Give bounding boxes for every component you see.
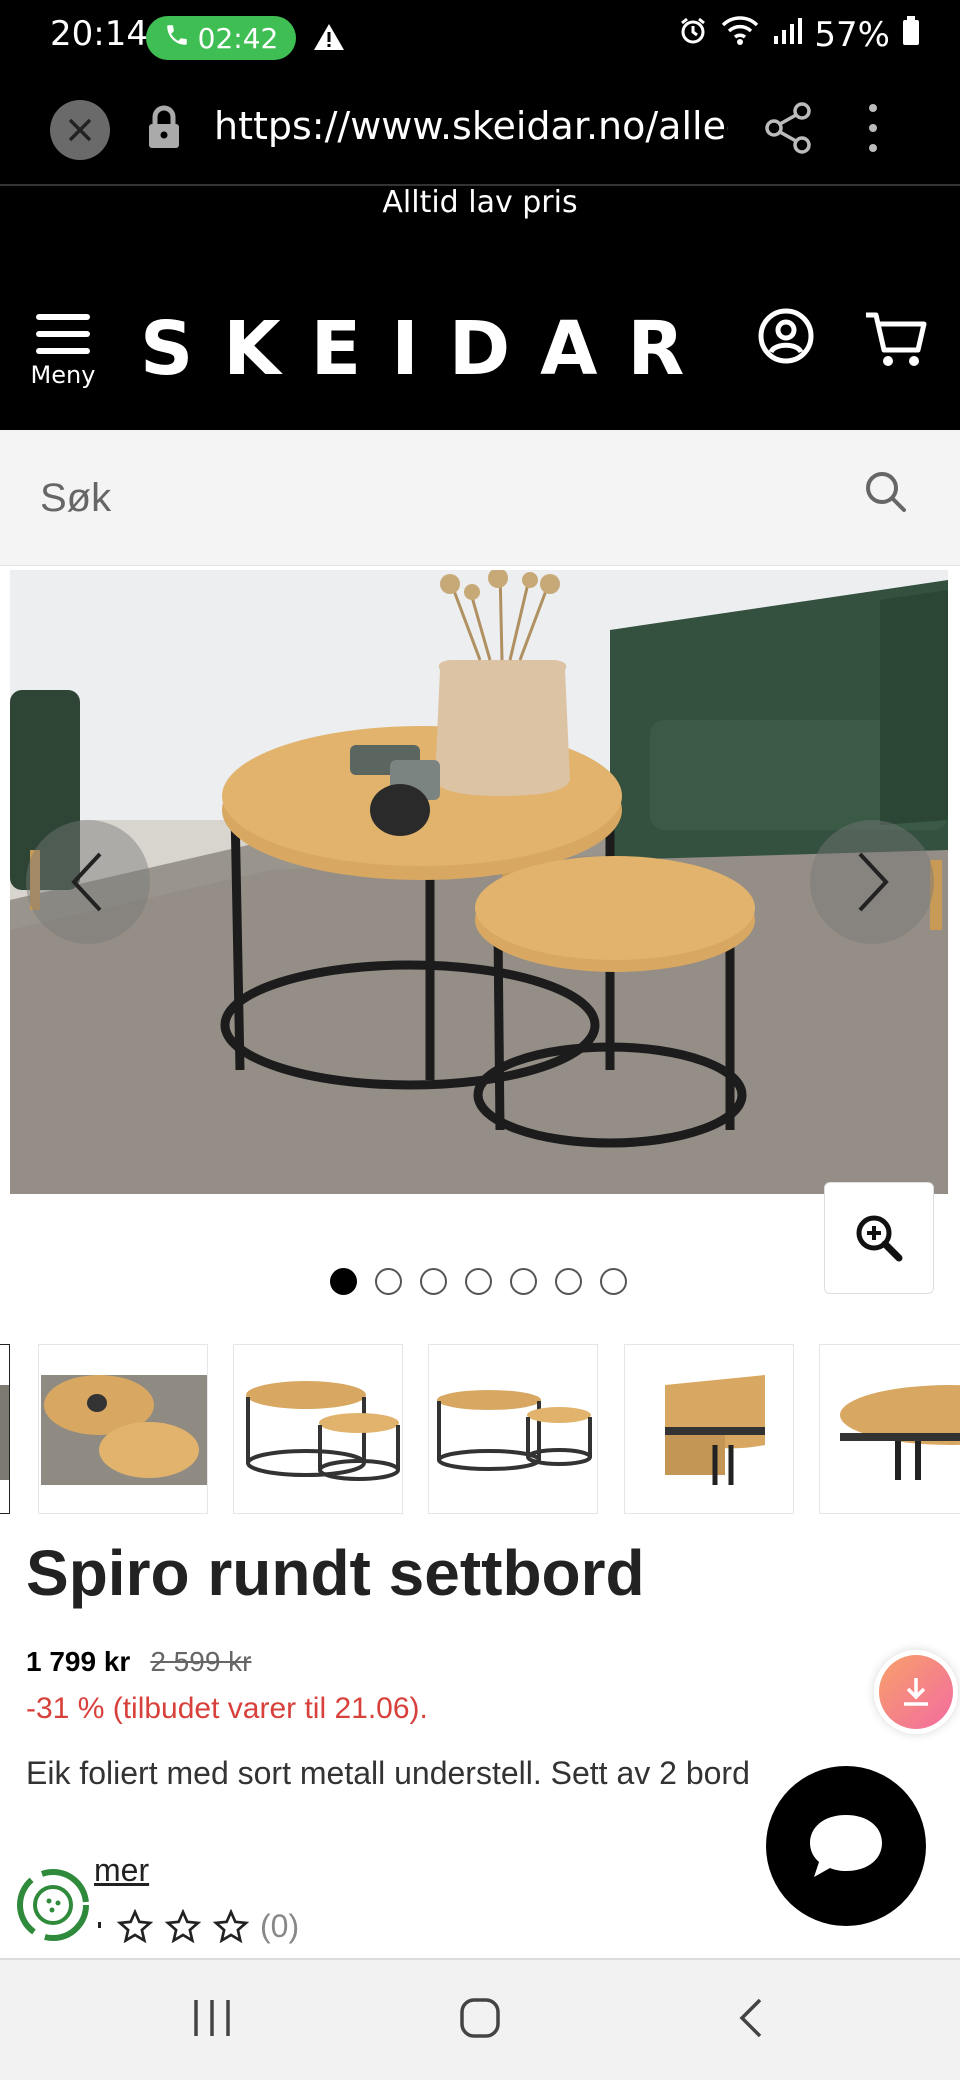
thumbnail[interactable] bbox=[233, 1344, 403, 1514]
cookie-settings-icon[interactable] bbox=[16, 1868, 90, 1946]
price-row: 1 799 kr 2 599 kr bbox=[26, 1646, 252, 1678]
current-price: 1 799 kr bbox=[26, 1646, 131, 1677]
search-icon[interactable] bbox=[862, 468, 910, 520]
home-icon[interactable] bbox=[458, 1996, 502, 2044]
gallery-dot[interactable] bbox=[375, 1268, 402, 1295]
warning-icon bbox=[312, 22, 346, 56]
star-icon bbox=[212, 1908, 250, 1943]
zoom-button[interactable] bbox=[824, 1182, 934, 1294]
call-duration: 02:42 bbox=[197, 21, 279, 55]
status-time: 20:14 bbox=[50, 14, 148, 54]
product-description: Eik foliert med sort metall understell. … bbox=[26, 1755, 750, 1791]
lock-icon bbox=[146, 104, 182, 154]
close-icon bbox=[68, 118, 92, 142]
download-icon bbox=[904, 1678, 928, 1706]
gallery-dot[interactable] bbox=[465, 1268, 492, 1295]
back-icon[interactable] bbox=[730, 1996, 774, 2044]
search-input[interactable] bbox=[40, 466, 820, 530]
next-image-button[interactable] bbox=[810, 820, 934, 944]
menu-label: Meny bbox=[30, 361, 96, 389]
chat-bubble-icon bbox=[810, 1815, 882, 1877]
gallery-dot[interactable] bbox=[330, 1268, 357, 1295]
wifi-icon bbox=[720, 14, 760, 55]
read-more-link[interactable]: mer bbox=[94, 1852, 149, 1889]
thumbnail[interactable] bbox=[819, 1344, 960, 1514]
chevron-right-icon bbox=[858, 852, 889, 912]
zoom-in-icon bbox=[856, 1215, 903, 1262]
product-title: Spiro rundt settbord bbox=[26, 1537, 645, 1609]
signal-icon bbox=[772, 15, 803, 55]
gallery-dot[interactable] bbox=[555, 1268, 582, 1295]
logo[interactable]: SKEIDAR bbox=[140, 306, 714, 392]
product-image[interactable] bbox=[10, 570, 948, 1194]
battery-level: 57% bbox=[814, 14, 890, 55]
status-bar: 20:14 02:42 57% bbox=[0, 0, 960, 76]
star-fragment-icon bbox=[98, 1921, 101, 1928]
phone-icon bbox=[164, 22, 190, 55]
thumbnail[interactable] bbox=[0, 1344, 10, 1514]
star-icon bbox=[164, 1908, 202, 1943]
promo-banner: Alltid lav pris bbox=[0, 186, 960, 256]
previous-image-button[interactable] bbox=[26, 820, 150, 944]
account-icon[interactable] bbox=[758, 308, 814, 368]
product-photo bbox=[10, 570, 948, 1194]
thumbnail[interactable] bbox=[624, 1344, 794, 1514]
menu-button[interactable]: Meny bbox=[30, 314, 96, 389]
thumbnail[interactable] bbox=[428, 1344, 598, 1514]
hamburger-icon bbox=[30, 314, 96, 354]
search-bar bbox=[0, 430, 960, 566]
browser-address-bar: https://www.skeidar.no/alle-p bbox=[0, 76, 960, 186]
recent-apps-icon[interactable] bbox=[190, 1996, 234, 2044]
status-icons: 57% bbox=[678, 14, 920, 55]
discount-text: -31 % (tilbudet varer til 21.06). bbox=[26, 1692, 428, 1725]
gallery-dot[interactable] bbox=[510, 1268, 537, 1295]
battery-icon bbox=[902, 15, 920, 55]
more-options-icon[interactable] bbox=[866, 100, 880, 160]
rating[interactable]: (0) bbox=[96, 1908, 299, 1945]
chat-button[interactable] bbox=[766, 1766, 926, 1926]
url-field[interactable]: https://www.skeidar.no/alle-p bbox=[214, 104, 728, 148]
old-price: 2 599 kr bbox=[150, 1646, 252, 1677]
site-header: Meny SKEIDAR bbox=[0, 256, 960, 430]
thumbnail-strip bbox=[0, 1344, 960, 1516]
download-button[interactable] bbox=[874, 1650, 958, 1734]
gallery-dots bbox=[330, 1268, 627, 1295]
close-tab-button[interactable] bbox=[50, 100, 110, 160]
share-icon[interactable] bbox=[764, 102, 812, 158]
gallery-dot[interactable] bbox=[600, 1268, 627, 1295]
star-icon bbox=[116, 1908, 154, 1943]
cart-icon[interactable] bbox=[864, 310, 928, 372]
gallery-dot[interactable] bbox=[420, 1268, 447, 1295]
chevron-left-icon bbox=[71, 852, 102, 912]
system-navigation-bar bbox=[0, 1958, 960, 2080]
thumbnail[interactable] bbox=[38, 1344, 208, 1514]
alarm-icon bbox=[678, 15, 708, 55]
call-indicator[interactable]: 02:42 bbox=[146, 16, 296, 60]
rating-count: (0) bbox=[260, 1908, 300, 1944]
